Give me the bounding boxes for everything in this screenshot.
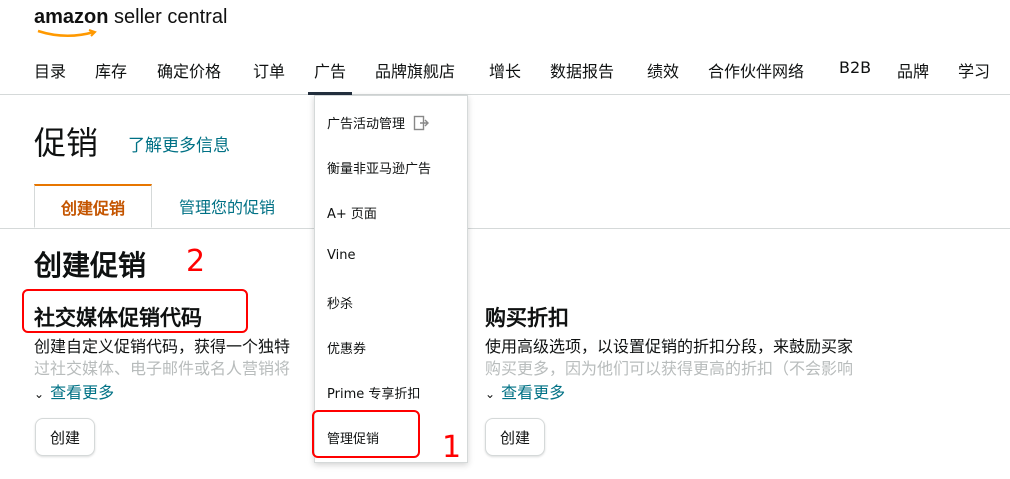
amazon-smile-icon — [37, 29, 97, 37]
nav-item-performance[interactable]: 绩效 — [647, 58, 679, 82]
desc-line-2: 过社交媒体、电子邮件或名人营销将 — [34, 359, 291, 378]
nav-item-reports[interactable]: 数据报告 — [550, 58, 614, 82]
annotation-number-2: 2 — [186, 244, 206, 279]
see-more-link-social[interactable]: ⌄ 查看更多 — [34, 379, 114, 403]
menu-item-campaign-manager[interactable]: 广告活动管理 — [327, 113, 430, 135]
learn-more-link[interactable]: 了解更多信息 — [128, 131, 230, 156]
menu-item-prime-exclusive-discount[interactable]: Prime 专享折扣 — [327, 383, 420, 402]
chevron-down-icon: ⌄ — [34, 387, 45, 401]
menu-item-vine[interactable]: Vine — [327, 248, 355, 263]
nav-item-orders[interactable]: 订单 — [253, 58, 285, 82]
see-more-link-discount[interactable]: ⌄ 查看更多 — [485, 379, 565, 403]
main-nav: 目录 库存 确定价格 订单 广告 品牌旗舰店 增长 数据报告 绩效 合作伙伴网络… — [0, 56, 1010, 95]
purchase-discount-title: 购买折扣 — [485, 306, 569, 330]
advertising-dropdown-menu: 广告活动管理 衡量非亚马逊广告 A+ 页面 Vine 秒杀 优惠券 Prime … — [314, 95, 468, 463]
create-social-promo-button[interactable]: 创建 — [35, 418, 96, 456]
annotation-box-manage-promotions — [312, 410, 420, 458]
nav-item-brand[interactable]: 品牌 — [897, 58, 929, 82]
menu-item-coupons[interactable]: 优惠券 — [327, 338, 366, 357]
nav-item-learn[interactable]: 学习 — [958, 58, 990, 82]
menu-item-non-amazon-ads[interactable]: 衡量非亚马逊广告 — [327, 158, 431, 177]
annotation-number-1: 1 — [442, 430, 462, 465]
promotion-tabs: 创建促销 管理您的促销 — [0, 184, 1010, 229]
amazon-seller-central-logo[interactable]: amazon seller central — [34, 6, 227, 40]
desc-line-1: 创建自定义促销代码，获得一个独特 — [34, 337, 291, 356]
nav-item-growth[interactable]: 增长 — [489, 58, 521, 82]
menu-item-label: 广告活动管理 — [327, 117, 406, 132]
annotation-box-social-promo — [22, 289, 248, 333]
logo-rest: seller central — [108, 6, 228, 28]
social-media-promo-desc: 创建自定义促销代码，获得一个独特 过社交媒体、电子邮件或名人营销将 — [34, 336, 314, 380]
purchase-discount-desc: 使用高级选项，以设置促销的折扣分段，来鼓励买家 购买更多，因为他们可以获得更高的… — [485, 336, 895, 380]
menu-item-lightning-deals[interactable]: 秒杀 — [327, 293, 353, 312]
desc-line-1: 使用高级选项，以设置促销的折扣分段，来鼓励买家 — [485, 337, 854, 356]
see-more-label: 查看更多 — [50, 383, 115, 402]
nav-item-inventory[interactable]: 库存 — [95, 58, 127, 82]
nav-item-partner-network[interactable]: 合作伙伴网络 — [708, 58, 804, 82]
nav-item-b2b[interactable]: B2B — [839, 58, 871, 77]
tab-create-promotion[interactable]: 创建促销 — [34, 184, 152, 228]
nav-item-brand-store[interactable]: 品牌旗舰店 — [375, 58, 455, 82]
nav-item-pricing[interactable]: 确定价格 — [157, 58, 221, 82]
nav-item-catalog[interactable]: 目录 — [34, 58, 66, 82]
tab-manage-promotions[interactable]: 管理您的促销 — [160, 184, 294, 228]
menu-item-a-plus-content[interactable]: A+ 页面 — [327, 203, 377, 222]
nav-item-advertising[interactable]: 广告 — [307, 58, 353, 95]
logo-brand: amazon — [34, 6, 109, 28]
chevron-down-icon: ⌄ — [485, 387, 496, 401]
section-title: 创建促销 — [34, 249, 147, 282]
external-link-icon — [413, 115, 430, 135]
create-purchase-discount-button[interactable]: 创建 — [485, 418, 546, 456]
page-title: 促销 — [34, 124, 99, 162]
desc-line-2: 购买更多，因为他们可以获得更高的折扣（不会影响 — [485, 359, 854, 378]
see-more-label: 查看更多 — [501, 383, 566, 402]
